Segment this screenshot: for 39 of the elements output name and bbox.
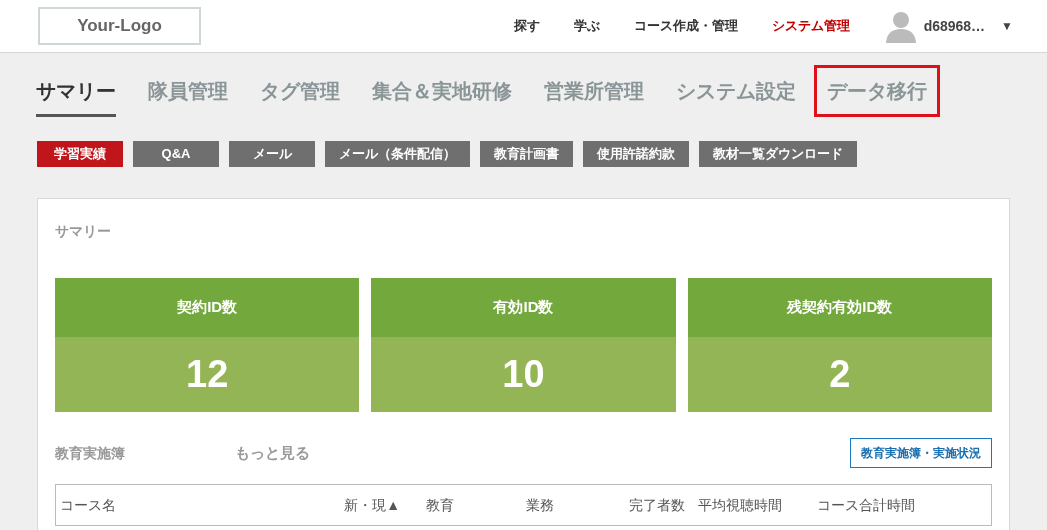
user-name[interactable]: d68968… xyxy=(923,15,986,37)
tab[interactable]: データ移行 xyxy=(814,65,940,117)
nav-link[interactable]: 学ぶ xyxy=(573,16,600,36)
sub-tab[interactable]: 学習実績 xyxy=(37,141,123,167)
tab[interactable]: システム設定 xyxy=(676,68,796,117)
section-title: 教育実施簿 xyxy=(55,443,126,463)
records-button[interactable]: 教育実施簿・実施状況 xyxy=(850,438,992,468)
column-header: 新・現▲ xyxy=(343,495,400,515)
sub-tab[interactable]: メール（条件配信） xyxy=(325,141,470,167)
tab[interactable]: サマリー xyxy=(36,68,116,117)
nav-link[interactable]: システム管理 xyxy=(771,16,850,36)
stat-value: 10 xyxy=(371,337,676,412)
stat-label: 契約ID数 xyxy=(55,278,360,337)
column-header: 教育 xyxy=(425,495,455,515)
tab[interactable]: 集合＆実地研修 xyxy=(372,68,512,117)
column-header: 完了者数 xyxy=(628,495,685,515)
logo[interactable]: Your-Logo xyxy=(38,7,201,45)
column-header: 業務 xyxy=(525,495,555,515)
nav-link[interactable]: コース作成・管理 xyxy=(633,16,738,36)
column-header: コース名 xyxy=(60,495,117,515)
section-title: サマリー xyxy=(55,222,112,241)
sub-tab[interactable]: 使用許諾約款 xyxy=(583,141,689,167)
tab[interactable]: タグ管理 xyxy=(260,68,340,117)
stat-value: 12 xyxy=(55,337,360,412)
stat-label: 有効ID数 xyxy=(371,278,676,337)
stat-value: 2 xyxy=(687,337,992,412)
column-header: 平均視聴時間 xyxy=(697,495,783,515)
more-link[interactable]: もっと見る xyxy=(235,441,310,465)
nav-link[interactable]: 探す xyxy=(513,16,540,36)
tab[interactable]: 隊員管理 xyxy=(148,68,228,117)
sub-tab[interactable]: 教育計画書 xyxy=(480,141,573,167)
column-header: コース合計時間 xyxy=(816,495,915,515)
sub-tab[interactable]: メール xyxy=(229,141,315,167)
stat-label: 残契約有効ID数 xyxy=(687,278,992,337)
sub-tab[interactable]: Q&A xyxy=(133,141,219,167)
tab[interactable]: 営業所管理 xyxy=(544,68,644,117)
sub-tab[interactable]: 教材一覧ダウンロード xyxy=(699,141,857,167)
caret-icon[interactable]: ▼ xyxy=(1001,17,1013,35)
user-avatar-icon xyxy=(883,9,918,43)
